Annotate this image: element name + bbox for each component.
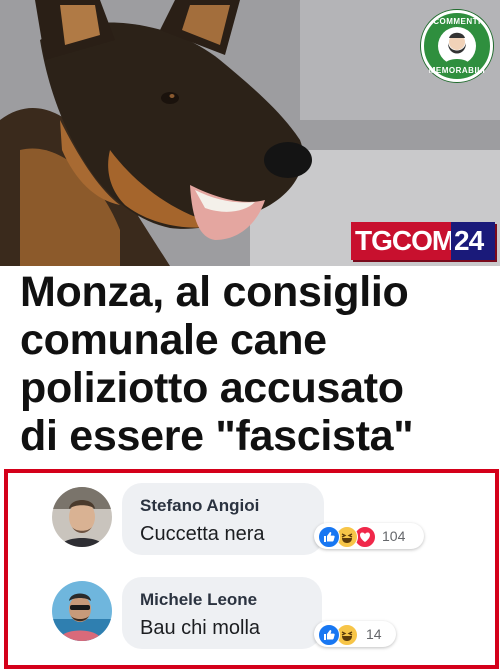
headline-line: comunale cane bbox=[20, 316, 327, 364]
like-icon bbox=[318, 526, 340, 548]
reaction-count: 104 bbox=[382, 528, 406, 544]
headline-line: Monza, al consiglio bbox=[20, 268, 409, 316]
post-photo: COMMENTI MEMORABILI TGCOM 24 bbox=[0, 0, 500, 266]
avatar[interactable] bbox=[52, 487, 112, 547]
bearded-face-icon bbox=[438, 27, 476, 65]
tgcom-logo-text: TGCOM bbox=[355, 225, 455, 256]
comment-text: Cuccetta nera bbox=[140, 523, 265, 545]
comment-bubble: Michele Leone Bau chi molla bbox=[122, 577, 322, 649]
reaction-summary[interactable]: 104 bbox=[314, 523, 424, 549]
comment-author[interactable]: Stefano Angioi bbox=[140, 496, 259, 516]
reaction-summary[interactable]: 14 bbox=[314, 621, 396, 647]
commenti-memorabili-logo: COMMENTI MEMORABILI bbox=[421, 10, 493, 82]
tgcom-logo-number-box: 24 bbox=[451, 222, 495, 260]
headline-line: di essere "fascista" bbox=[20, 412, 414, 460]
tgcom-logo-number: 24 bbox=[454, 225, 484, 256]
comment-text: Bau chi molla bbox=[140, 617, 261, 639]
like-icon bbox=[318, 624, 340, 646]
badge-bottom-text: MEMORABILI bbox=[428, 66, 486, 75]
comments-highlight-frame: Stefano Angioi Cuccetta nera 104 Michele… bbox=[4, 469, 499, 669]
reaction-count: 14 bbox=[366, 626, 382, 642]
tgcom24-logo: TGCOM 24 bbox=[351, 222, 495, 260]
comment-bubble: Stefano Angioi Cuccetta nera bbox=[122, 483, 324, 555]
headline: Monza, al consiglio comunale cane polizi… bbox=[20, 268, 490, 460]
headline-line: poliziotto accusato bbox=[20, 364, 404, 412]
comment-author[interactable]: Michele Leone bbox=[140, 590, 257, 610]
badge-top-text: COMMENTI bbox=[433, 17, 481, 26]
avatar[interactable] bbox=[52, 581, 112, 641]
